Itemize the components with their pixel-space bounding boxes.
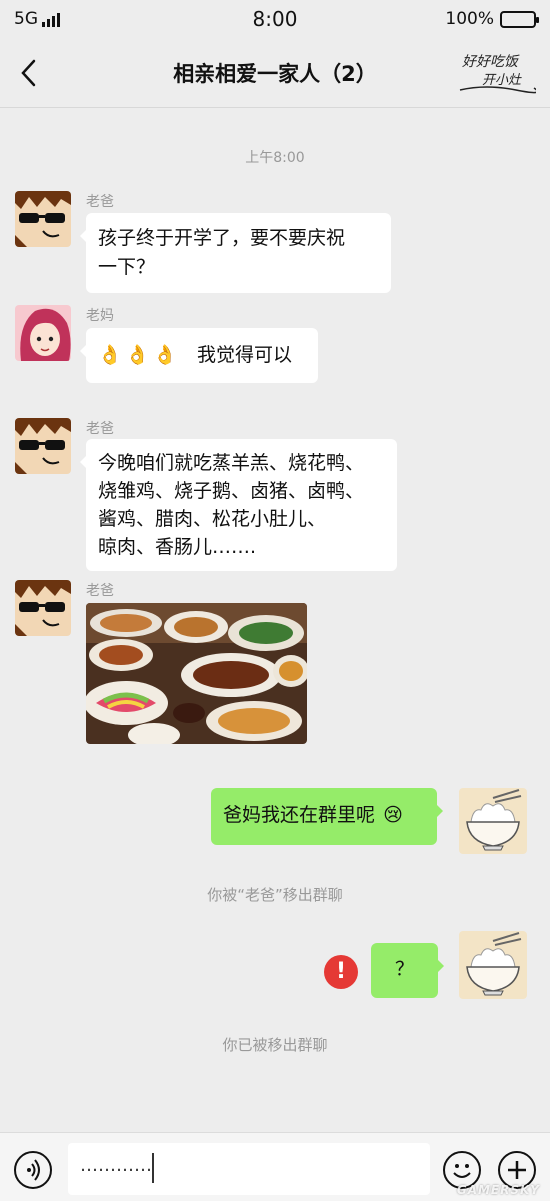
food-feast-image [86, 603, 307, 744]
mom-avatar[interactable] [15, 305, 71, 361]
message-text-line: 烧雏鸡、烧子鹅、卤猪、卤鸭、 [98, 480, 365, 502]
message-text: ？ [394, 958, 414, 980]
message-text-input[interactable]: ………… [68, 1143, 430, 1195]
dad-sunglasses-avatar-icon [15, 580, 71, 636]
battery-percent: 100% [445, 9, 494, 29]
network-type: 5G [14, 9, 38, 29]
signal-bars-icon [42, 11, 60, 27]
battery-icon [500, 10, 539, 28]
self-avatar[interactable] [459, 788, 527, 854]
smiley-icon [453, 1164, 471, 1178]
brand-logo: 好好吃饭 开小灶 [456, 48, 536, 98]
message-text-line: 一下？ [98, 256, 156, 278]
status-bar: 5G 8:00 100% [0, 0, 550, 38]
crying-emoji: 😢 [383, 804, 403, 826]
chat-header: 相亲相爱一家人（2） 好好吃饭 开小灶 [0, 38, 550, 108]
plus-icon [508, 1161, 526, 1179]
sender-name: 老爸 [86, 583, 114, 599]
battery-indicator: 100% [445, 9, 539, 29]
dad-avatar[interactable] [15, 191, 71, 247]
message-text: 我觉得可以 [197, 344, 293, 366]
food-feast-photo[interactable] [86, 603, 307, 744]
message-input-bar: ………… GAMERSKY [0, 1132, 550, 1201]
sender-name: 老爸 [86, 194, 114, 210]
message-bubble[interactable]: 👌👌👌 我觉得可以 [80, 328, 318, 383]
dad-avatar[interactable] [15, 418, 71, 474]
rice-bowl-avatar-icon [459, 931, 527, 999]
dad-sunglasses-avatar-icon [15, 191, 71, 247]
signal-indicator: 5G [14, 9, 60, 29]
dad-avatar[interactable] [15, 580, 71, 636]
ok-hand-emoji: 👌👌👌 [98, 344, 181, 366]
watermark: GAMERSKY [456, 1183, 540, 1197]
self-message-bubble[interactable]: ？ [371, 943, 444, 998]
self-message-bubble[interactable]: 爸妈我还在群里呢 😢 [211, 788, 443, 845]
clock: 8:00 [252, 7, 298, 31]
system-message: 你已被移出群聊 [222, 1036, 328, 1054]
system-message: 你被“老爸”移出群聊 [207, 886, 343, 904]
self-avatar[interactable] [459, 931, 527, 999]
mom-avatar-icon [15, 305, 71, 361]
voice-icon [27, 1159, 40, 1181]
sender-name: 老妈 [86, 308, 114, 324]
sender-name: 老爸 [86, 421, 114, 437]
rice-bowl-avatar-icon [459, 788, 527, 854]
chevron-left-icon [21, 59, 36, 87]
back-button[interactable] [14, 56, 44, 90]
svg-text:开小灶: 开小灶 [482, 73, 522, 88]
message-bubble[interactable]: 孩子终于开学了，要不要庆祝 一下？ [80, 213, 391, 293]
chat-title: 相亲相爱一家人（2） [173, 61, 377, 86]
time-divider: 上午8:00 [245, 150, 305, 166]
message-text-line: 孩子终于开学了，要不要庆祝 [98, 227, 346, 249]
message-text-line: 今晚咱们就吃蒸羊羔、烧花鸭、 [98, 452, 365, 474]
voice-input-button[interactable] [14, 1151, 52, 1189]
dad-sunglasses-avatar-icon [15, 418, 71, 474]
text-cursor [152, 1153, 154, 1183]
send-failed-error-icon[interactable]: ! [324, 955, 358, 989]
message-text-line: 酱鸡、腊肉、松花小肚儿、 [98, 508, 327, 530]
svg-text:好好吃饭: 好好吃饭 [462, 54, 520, 70]
message-bubble[interactable]: 今晚咱们就吃蒸羊羔、烧花鸭、 烧雏鸡、烧子鹅、卤猪、卤鸭、 酱鸡、腊肉、松花小肚… [80, 439, 397, 571]
message-text-line: 晾肉、香肠儿……. [98, 536, 257, 558]
message-text: 爸妈我还在群里呢 [223, 804, 376, 826]
